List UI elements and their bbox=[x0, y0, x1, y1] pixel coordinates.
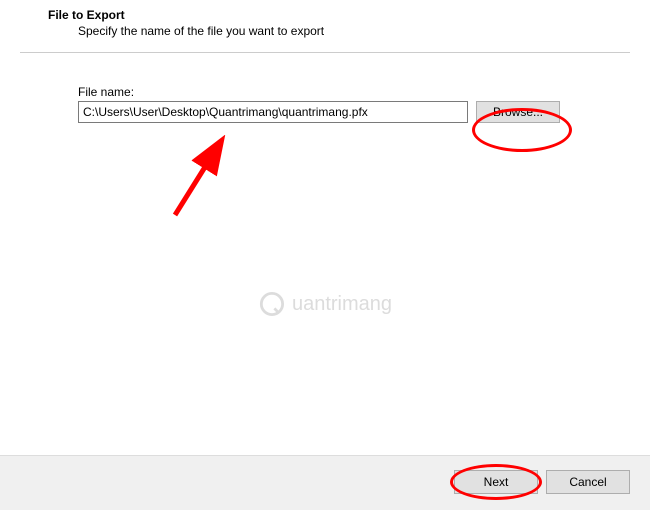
footer-divider bbox=[0, 455, 650, 456]
annotation-arrow-icon bbox=[165, 135, 245, 225]
watermark-q-icon bbox=[258, 290, 286, 318]
wizard-subtitle: Specify the name of the file you want to… bbox=[48, 22, 650, 38]
wizard-title: File to Export bbox=[48, 8, 650, 22]
filename-label: File name: bbox=[78, 85, 650, 99]
next-button[interactable]: Next bbox=[454, 470, 538, 494]
cancel-button[interactable]: Cancel bbox=[546, 470, 630, 494]
browse-button[interactable]: Browse... bbox=[476, 101, 560, 123]
watermark: uantrimang bbox=[258, 290, 392, 318]
filename-input[interactable] bbox=[78, 101, 468, 123]
